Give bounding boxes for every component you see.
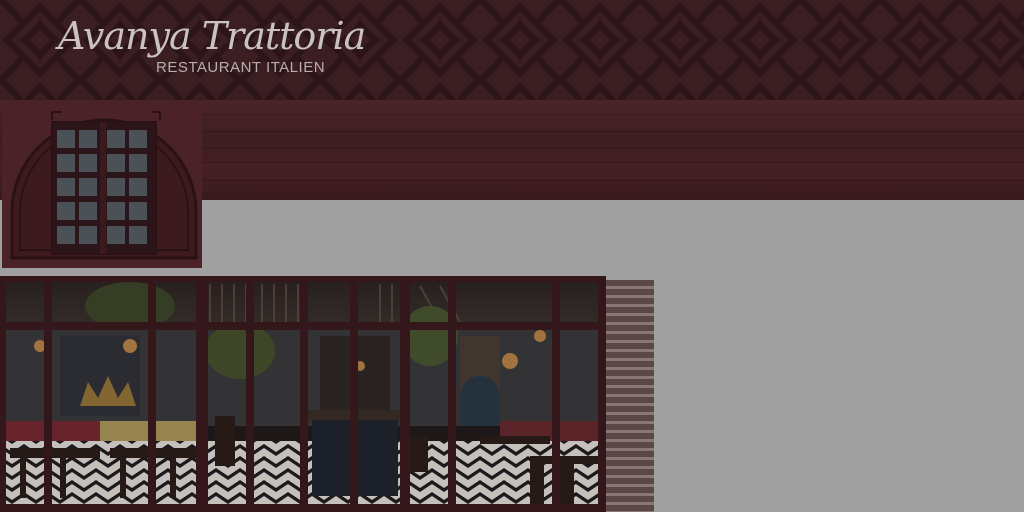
brand-logo[interactable]: Avanya Trattoria RESTAURANT ITALIEN <box>58 14 366 84</box>
brand-name: Avanya Trattoria <box>58 14 366 58</box>
restaurant-interior-photo <box>0 276 606 512</box>
slatted-side-panel <box>606 280 654 512</box>
site-header: Avanya Trattoria RESTAURANT ITALIEN <box>0 0 1024 100</box>
brand-subtitle: RESTAURANT ITALIEN <box>156 59 326 76</box>
arched-window-icon <box>2 100 202 268</box>
arched-window-panel <box>2 100 202 268</box>
